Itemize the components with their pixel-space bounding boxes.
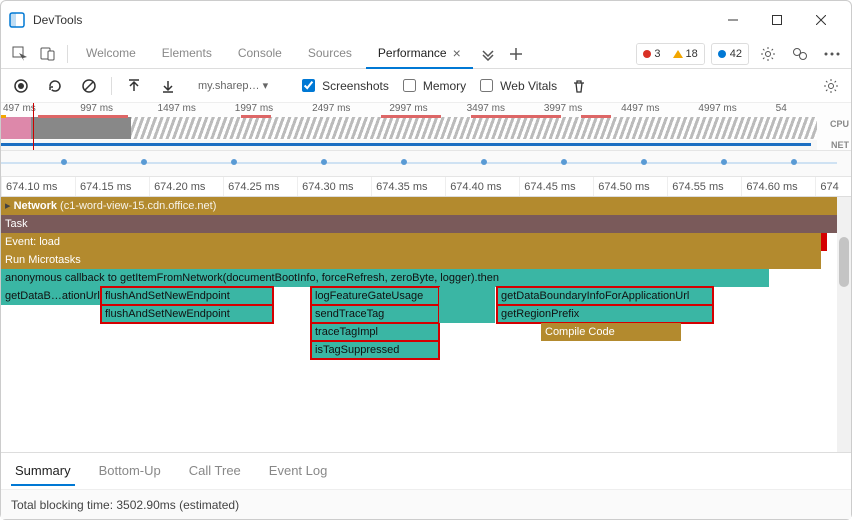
close-tab-icon[interactable]: × [453, 46, 461, 60]
garbage-collect-button[interactable] [567, 74, 591, 98]
memory-checkbox[interactable]: Memory [399, 76, 466, 95]
flame-ruler[interactable]: 674.10 ms674.15 ms674.20 ms674.25 ms674.… [1, 177, 851, 197]
record-button[interactable] [9, 74, 33, 98]
long-task-marker [821, 233, 827, 251]
flame-row-getregionprefix[interactable]: getRegionPrefix [497, 305, 713, 323]
flame-row-misc[interactable] [439, 287, 495, 305]
flame-row-flush2[interactable]: flushAndSetNewEndpoint [101, 305, 273, 323]
flame-row-task[interactable]: Task [1, 215, 837, 233]
webvitals-checkbox[interactable]: Web Vitals [476, 76, 557, 95]
overview-cursor[interactable] [33, 103, 34, 150]
device-toolbar-icon[interactable] [35, 41, 61, 67]
reload-record-button[interactable] [43, 74, 67, 98]
bottom-panel: Summary Bottom-Up Call Tree Event Log To… [1, 452, 851, 519]
flame-row-getdataboundary[interactable]: getDataBoundaryInfoForApplicationUrl [497, 287, 713, 305]
cpu-track-label: CPU [830, 119, 849, 129]
flame-row-compile[interactable]: Compile Code [541, 323, 681, 341]
minimize-button[interactable] [711, 5, 755, 35]
tab-welcome[interactable]: Welcome [74, 39, 148, 69]
status-bar: Total blocking time: 3502.90ms (estimate… [1, 489, 851, 519]
flame-row-microtasks[interactable]: Run Microtasks [1, 251, 821, 269]
issues-badge[interactable]: 3 18 [636, 43, 704, 65]
flame-row-logfeaturegate[interactable]: logFeatureGateUsage [311, 287, 439, 305]
download-profile-button[interactable] [156, 74, 180, 98]
titlebar: DevTools [1, 1, 851, 39]
more-tabs-icon[interactable] [475, 41, 501, 67]
network-strip[interactable] [1, 151, 851, 177]
overview-net-track [1, 140, 817, 150]
settings-icon[interactable] [755, 41, 781, 67]
performance-toolbar: my.sharep… ▾ Screenshots Memory Web Vita… [1, 69, 851, 103]
tab-sources[interactable]: Sources [296, 39, 364, 69]
flame-row-getdatab[interactable]: getDataB…ationUrl [1, 287, 101, 305]
bottom-tab-bottomup[interactable]: Bottom-Up [95, 457, 165, 486]
timeline-overview[interactable]: 497 ms997 ms1497 ms1997 ms2497 ms2997 ms… [1, 103, 851, 151]
flame-row-misc[interactable] [439, 305, 495, 323]
add-tab-icon[interactable] [503, 41, 529, 67]
close-button[interactable] [799, 5, 843, 35]
flame-chart[interactable]: Network (c1-word-view-15.cdn.office.net)… [1, 197, 851, 452]
maximize-button[interactable] [755, 5, 799, 35]
flame-row-istagsuppressed[interactable]: isTagSuppressed [311, 341, 439, 359]
scrollbar-thumb[interactable] [839, 237, 849, 287]
bottom-tab-calltree[interactable]: Call Tree [185, 457, 245, 486]
more-menu-icon[interactable] [819, 41, 845, 67]
flame-row-flush1[interactable]: flushAndSetNewEndpoint [101, 287, 273, 305]
bottom-tabs: Summary Bottom-Up Call Tree Event Log [1, 453, 851, 489]
feedback-icon[interactable] [787, 41, 813, 67]
upload-profile-button[interactable] [122, 74, 146, 98]
overview-cpu-track [1, 117, 817, 139]
clear-button[interactable] [77, 74, 101, 98]
capture-settings-icon[interactable] [819, 74, 843, 98]
info-badge[interactable]: 42 [711, 43, 749, 65]
net-track-label: NET [831, 140, 849, 150]
window-title: DevTools [33, 13, 82, 27]
bottom-tab-eventlog[interactable]: Event Log [265, 457, 332, 486]
flame-row-tracetagimpl[interactable]: traceTagImpl [311, 323, 439, 341]
screenshots-checkbox[interactable]: Screenshots [298, 76, 389, 95]
bottom-tab-summary[interactable]: Summary [11, 457, 75, 486]
network-group-row[interactable]: Network (c1-word-view-15.cdn.office.net) [1, 197, 837, 215]
flame-scrollbar[interactable] [837, 197, 851, 452]
profile-url-hint[interactable]: my.sharep… ▾ [198, 79, 268, 92]
flame-row-anon-callback[interactable]: anonymous callback to getItemFromNetwork… [1, 269, 769, 287]
tab-elements[interactable]: Elements [150, 39, 224, 69]
inspect-element-icon[interactable] [7, 41, 33, 67]
devtools-icon [9, 12, 25, 28]
flame-row-sendtrace[interactable]: sendTraceTag [311, 305, 439, 323]
main-tab-bar: Welcome Elements Console Sources Perform… [1, 39, 851, 69]
tab-performance[interactable]: Performance× [366, 39, 473, 69]
flame-row-event-load[interactable]: Event: load [1, 233, 821, 251]
tab-console[interactable]: Console [226, 39, 294, 69]
